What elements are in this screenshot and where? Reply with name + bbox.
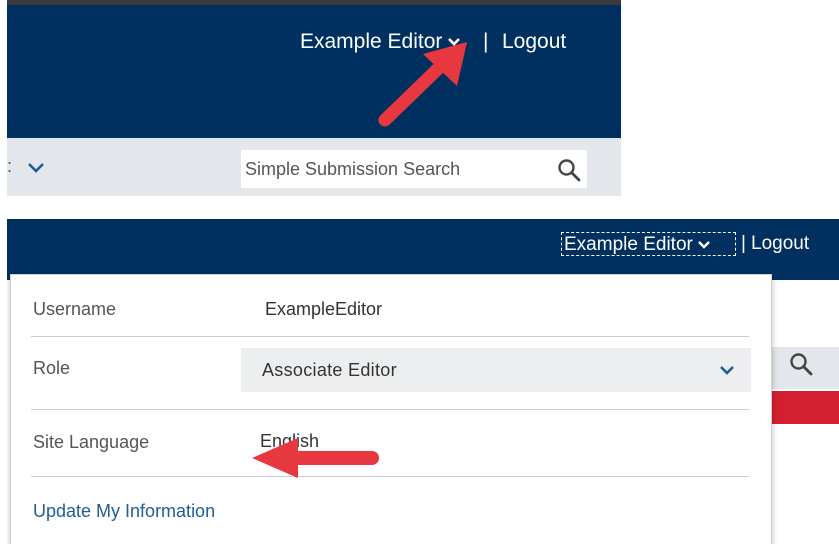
site-header: Example Editor | Logout bbox=[7, 219, 839, 280]
secondary-nav-bar: : Simple Submission Search bbox=[7, 138, 621, 196]
user-menu-toggle[interactable]: Example Editor bbox=[561, 232, 736, 256]
chevron-down-icon bbox=[720, 366, 734, 375]
divider bbox=[31, 476, 749, 477]
chevron-down-icon bbox=[697, 241, 710, 249]
screenshot-panel-top: Example Editor | Logout : Simple Submiss… bbox=[7, 0, 621, 196]
logout-link[interactable]: Logout bbox=[502, 30, 566, 54]
red-accent-bar bbox=[769, 391, 839, 424]
nav-partial-text: : bbox=[7, 156, 13, 176]
update-my-information-link[interactable]: Update My Information bbox=[33, 501, 215, 522]
role-select[interactable]: Associate Editor bbox=[241, 348, 751, 392]
site-header: Example Editor | Logout bbox=[7, 5, 621, 138]
user-menu-dropdown: Username ExampleEditor Role Associate Ed… bbox=[10, 274, 772, 544]
role-select-value: Associate Editor bbox=[262, 360, 397, 380]
search-placeholder: Simple Submission Search bbox=[245, 159, 461, 179]
divider bbox=[31, 336, 749, 337]
search-icon[interactable] bbox=[789, 352, 813, 376]
username-value: ExampleEditor bbox=[265, 299, 383, 319]
submission-search-input[interactable]: Simple Submission Search bbox=[241, 150, 587, 188]
role-label: Role bbox=[33, 358, 71, 378]
header-separator: | bbox=[741, 233, 746, 254]
red-arrow-annotation bbox=[378, 42, 467, 127]
header-separator: | bbox=[483, 30, 489, 53]
logout-link[interactable]: Logout bbox=[751, 233, 809, 255]
username-label: Username bbox=[33, 299, 117, 319]
chevron-down-icon[interactable] bbox=[27, 162, 45, 174]
red-arrow-annotation bbox=[252, 438, 379, 478]
search-icon[interactable] bbox=[557, 158, 581, 182]
user-menu-label: Example Editor bbox=[564, 234, 693, 255]
site-language-label: Site Language bbox=[33, 432, 150, 452]
screenshot-panel-bottom: Example Editor | Logout Username Example… bbox=[7, 219, 839, 544]
divider bbox=[31, 409, 749, 410]
